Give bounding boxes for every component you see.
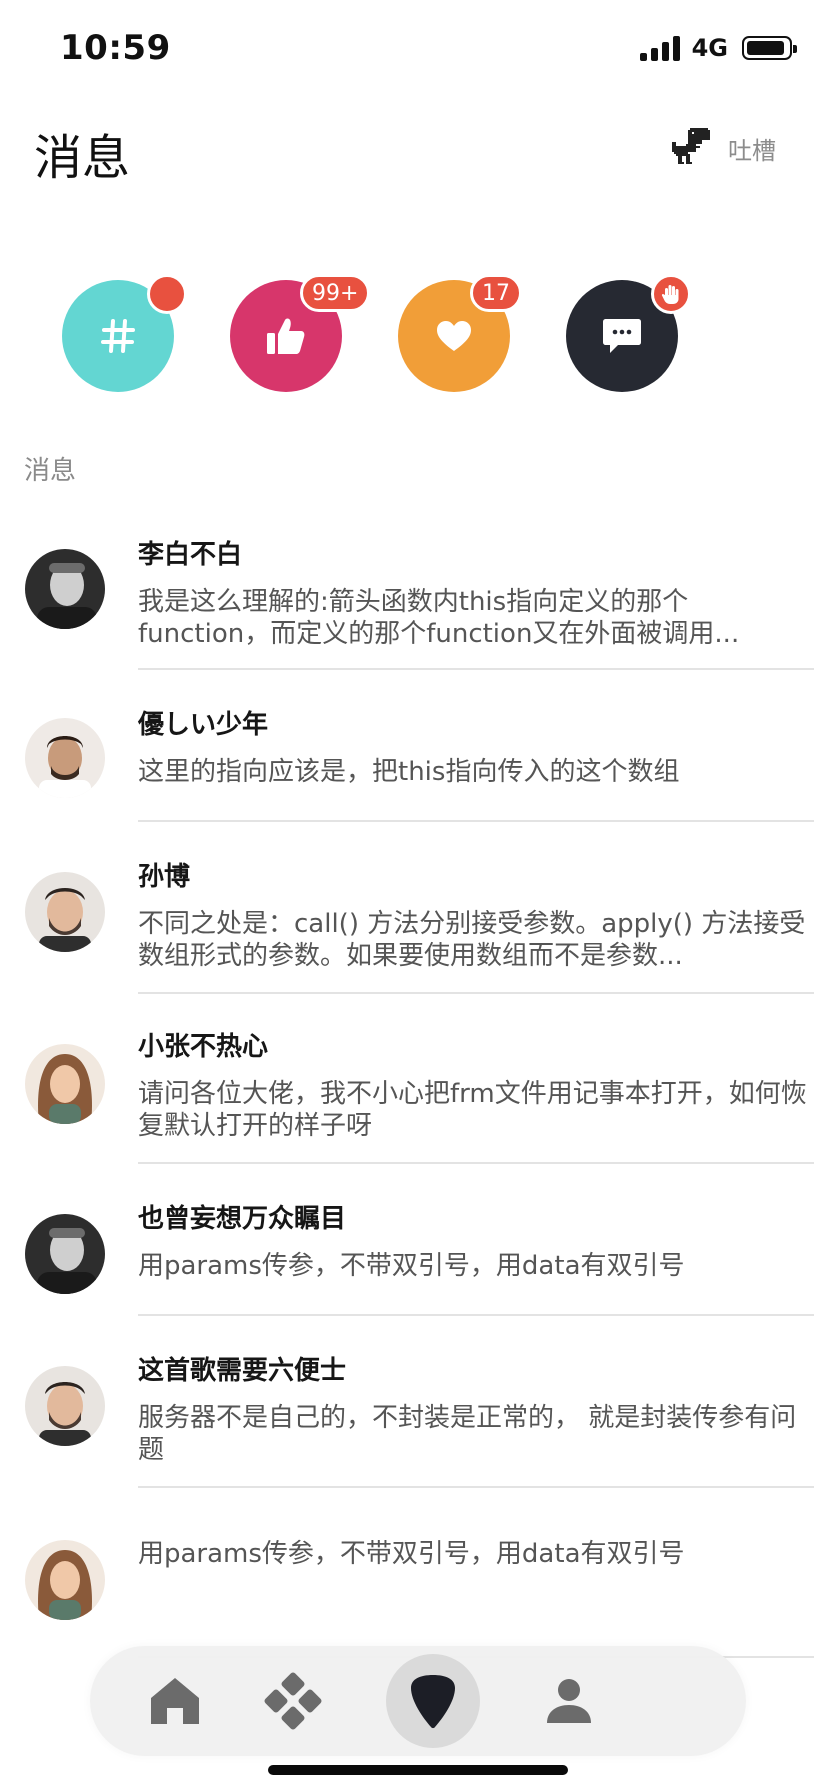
message-item[interactable]: 孙博 不同之处是：call() 方法分别接受参数。apply() 方法接受数组形… bbox=[0, 822, 828, 994]
avatar bbox=[25, 718, 105, 798]
hash-icon bbox=[101, 319, 135, 353]
tab-discover[interactable] bbox=[246, 1654, 340, 1748]
favorites-badge: 17 bbox=[470, 274, 522, 312]
pick-icon bbox=[411, 1675, 455, 1729]
raised-hand-badge bbox=[651, 274, 691, 314]
comments-button[interactable] bbox=[566, 274, 691, 392]
status-bar: 10:59 4G bbox=[0, 0, 828, 100]
message-preview: 我是这么理解的:箭头函数内this指向定义的那个function，而定义的那个f… bbox=[138, 587, 740, 649]
sender-name: 優しい少年 bbox=[138, 710, 269, 740]
page-title: 消息 bbox=[34, 130, 131, 186]
signal-icon bbox=[639, 35, 680, 61]
network-type: 4G bbox=[691, 34, 728, 62]
sender-name: 孙博 bbox=[138, 862, 191, 892]
message-preview: 用params传参，不带双引号，用data有双引号 bbox=[138, 1251, 685, 1281]
sender-name: 小张不热心 bbox=[138, 1032, 269, 1062]
chat-bubble-icon bbox=[603, 319, 641, 353]
message-item[interactable]: 優しい少年 这里的指向应该是，把this指向传入的这个数组 bbox=[0, 670, 828, 822]
message-preview: 这里的指向应该是，把this指向传入的这个数组 bbox=[138, 757, 680, 787]
avatar bbox=[25, 1366, 105, 1446]
thumbs-up-icon bbox=[267, 318, 305, 354]
tab-profile[interactable] bbox=[522, 1654, 616, 1748]
avatar bbox=[25, 1540, 105, 1620]
avatar bbox=[25, 872, 105, 952]
avatar bbox=[25, 549, 105, 629]
favorites-button[interactable]: 17 bbox=[398, 274, 522, 392]
message-item[interactable]: 也曾妄想万众瞩目 用params传参，不带双引号，用data有双引号 bbox=[0, 1164, 828, 1316]
quick-actions: 99+ 17 bbox=[0, 274, 828, 392]
message-item[interactable]: 李白不白 我是这么理解的:箭头函数内this指向定义的那个function，而定… bbox=[0, 520, 828, 670]
status-time: 10:59 bbox=[60, 28, 171, 68]
sender-name: 李白不白 bbox=[138, 540, 243, 570]
message-preview: 不同之处是：call() 方法分别接受参数。apply() 方法接受数组形式的参… bbox=[138, 909, 806, 971]
message-item[interactable]: 小张不热心 请问各位大佬，我不小心把frm文件用记事本打开，如何恢复默认打开的样… bbox=[0, 994, 828, 1164]
feedback-button[interactable]: 吐槽 bbox=[672, 128, 776, 168]
person-icon bbox=[547, 1679, 591, 1723]
message-preview: 请问各位大佬，我不小心把frm文件用记事本打开，如何恢复默认打开的样子呀 bbox=[138, 1079, 807, 1141]
tab-home[interactable] bbox=[128, 1654, 222, 1748]
sender-name: 也曾妄想万众瞩目 bbox=[138, 1204, 347, 1234]
dino-icon bbox=[672, 128, 710, 164]
section-label: 消息 bbox=[24, 456, 77, 486]
notification-dot bbox=[147, 274, 187, 314]
topics-button[interactable] bbox=[62, 274, 187, 392]
avatar bbox=[25, 1214, 105, 1294]
message-list: 李白不白 我是这么理解的:箭头函数内this指向定义的那个function，而定… bbox=[0, 520, 828, 1658]
avatar bbox=[25, 1044, 105, 1124]
tab-messages[interactable] bbox=[386, 1654, 480, 1748]
message-preview: 服务器不是自己的，不封装是正常的， 就是封装传参有问题 bbox=[138, 1403, 797, 1465]
home-icon bbox=[151, 1678, 199, 1724]
message-item[interactable]: 用params传参，不带双引号，用data有双引号 bbox=[0, 1488, 828, 1658]
feedback-label: 吐槽 bbox=[728, 136, 776, 165]
tab-bar bbox=[90, 1646, 746, 1756]
message-preview: 用params传参，不带双引号，用data有双引号 bbox=[138, 1539, 685, 1569]
heart-icon bbox=[437, 321, 471, 351]
message-item[interactable]: 这首歌需要六便士 服务器不是自己的，不封装是正常的， 就是封装传参有问题 bbox=[0, 1316, 828, 1488]
battery-icon bbox=[742, 36, 797, 60]
likes-button[interactable]: 99+ bbox=[230, 274, 371, 392]
home-indicator bbox=[268, 1765, 568, 1775]
likes-badge: 99+ bbox=[300, 274, 371, 312]
sender-name: 这首歌需要六便士 bbox=[138, 1356, 347, 1386]
raised-hand-icon bbox=[661, 285, 679, 304]
status-indicators: 4G bbox=[639, 34, 797, 62]
diamond-grid-icon bbox=[264, 1672, 322, 1730]
